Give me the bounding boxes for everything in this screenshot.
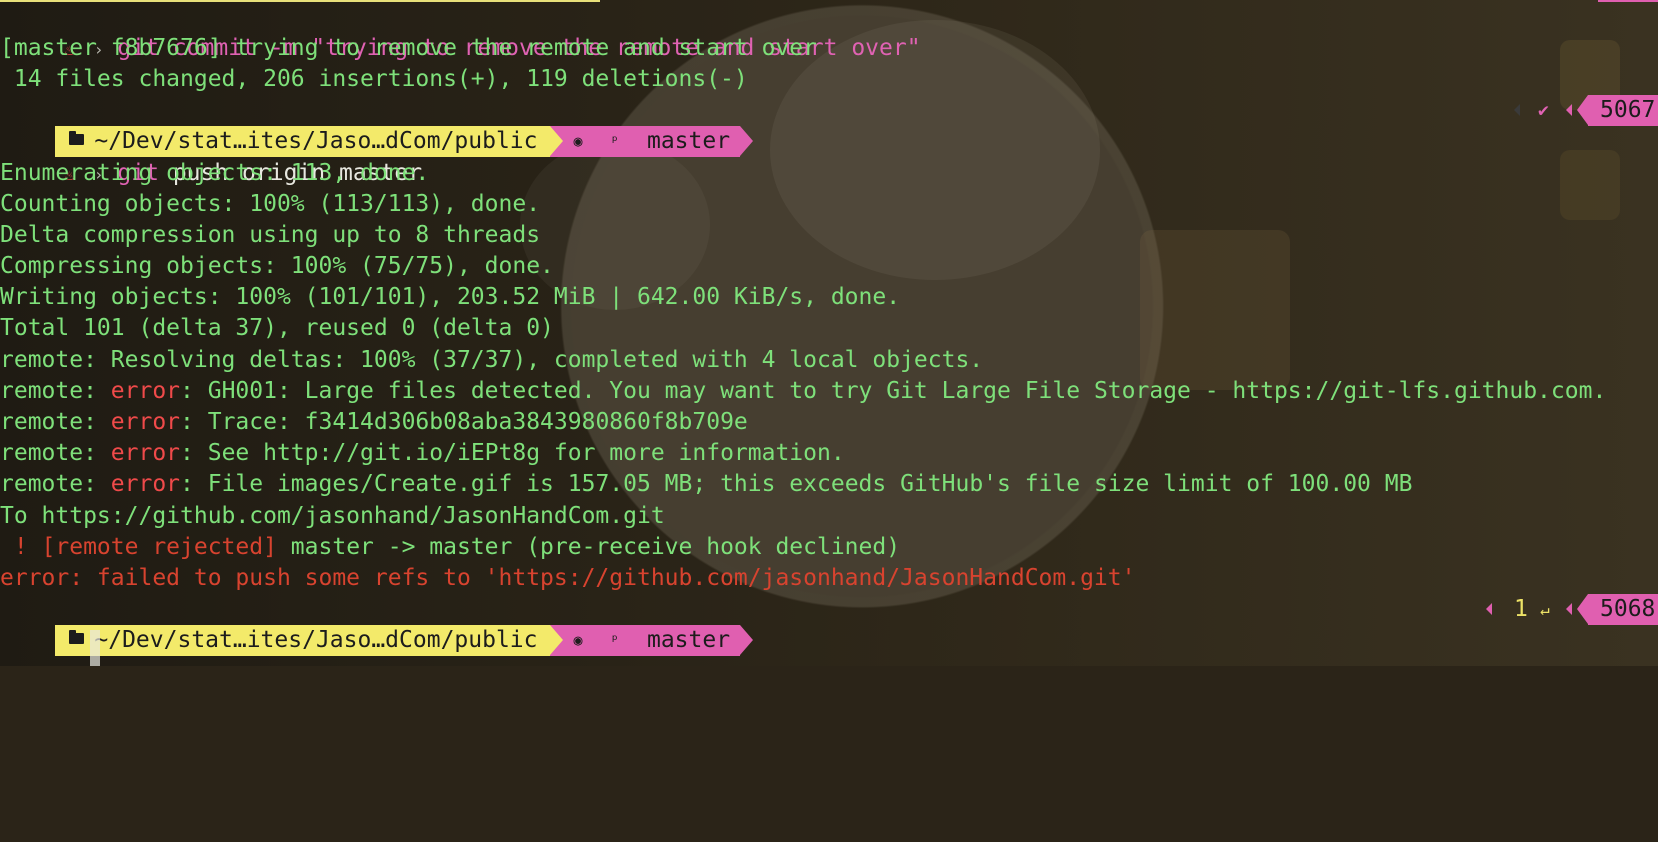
status-separator-icon (1514, 104, 1520, 116)
remote-prefix: remote: (0, 440, 111, 466)
rejected-line: ! [remote rejected] master -> master (pr… (0, 532, 1658, 563)
error-word: error (110, 409, 181, 435)
output-line: Counting objects: 100% (113/113), done. (0, 191, 541, 217)
remote-prefix: remote: (0, 471, 111, 497)
error-word: error (110, 440, 181, 466)
rejected-detail: master -> master (pre-receive hook decli… (276, 534, 901, 560)
status-separator-icon (1566, 603, 1572, 615)
remote-error-line: remote: error: GH001: Large files detect… (0, 376, 1658, 407)
history-number: 5068 (1577, 594, 1658, 625)
prompt-path: ~/Dev/stat…ites/Jaso…dCom/public (94, 627, 538, 653)
prompt-branch: master (646, 627, 731, 653)
rejected-tag: [remote rejected] (41, 534, 277, 560)
error-word: error (110, 471, 181, 497)
command-line-commit: ♨ › git commit -m "trying to remove the … (0, 2, 1658, 61)
remote-error-line: remote: error: See http://git.io/iEPt8g … (0, 438, 1658, 469)
rejected-mark: ! (0, 534, 42, 560)
output-line: Enumerating objects: 113, done. (0, 160, 430, 186)
output-line: Compressing objects: 100% (75/75), done. (0, 253, 554, 279)
output-line: [master f8b7676] trying to remove the re… (0, 35, 817, 61)
error-message: : GH001: Large files detected. You may w… (180, 378, 1607, 404)
final-error-line: error: failed to push some refs to 'http… (0, 565, 1136, 591)
git-cat-icon: ◉ (573, 631, 583, 649)
error-message: : Trace: f3414d306b08aba3843980860f8b709… (180, 409, 748, 435)
prompt-path-segment: ~/Dev/stat…ites/Jaso…dCom/public (55, 625, 563, 656)
branch-icon: ᵖ (610, 631, 620, 649)
remote-error-line: remote: error: Trace: f3414d306b08aba384… (0, 407, 1658, 438)
prompt-bar: ~/Dev/stat…ites/Jaso…dCom/public ◉ ᵖ mast… (0, 594, 1658, 656)
output-line: Writing objects: 100% (101/101), 203.52 … (0, 284, 901, 310)
output-line: remote: Resolving deltas: 100% (37/37), … (0, 347, 984, 373)
history-number: 5067 (1577, 95, 1658, 126)
output-line: 14 files changed, 206 insertions(+), 119… (0, 66, 748, 92)
remote-prefix: remote: (0, 409, 111, 435)
folder-icon (69, 630, 85, 644)
error-word: error (110, 378, 181, 404)
prompt-git-segment: ◉ ᵖ master (549, 625, 753, 656)
error-message: : See http://git.io/iEPt8g for more info… (180, 440, 845, 466)
exit-code: 1 (1514, 596, 1528, 622)
prompt-bar: ~/Dev/stat…ites/Jaso…dCom/public ◉ ᵖ mast… (0, 95, 1658, 157)
command-line-push: ♨ › git push origin master (0, 127, 1658, 186)
error-message: : File images/Create.gif is 157.05 MB; t… (180, 471, 1413, 497)
return-icon: ↵ (1540, 600, 1550, 619)
status-separator-icon (1566, 104, 1572, 116)
success-check-icon: ✔ (1538, 100, 1549, 121)
terminal-window[interactable]: ♨ › git commit -m "trying to remove the … (0, 0, 1658, 666)
output-line: To https://github.com/jasonhand/JasonHan… (0, 503, 665, 529)
output-line: Delta compression using up to 8 threads (0, 222, 541, 248)
status-separator-icon (1486, 603, 1492, 615)
output-line: Total 101 (delta 37), reused 0 (delta 0) (0, 315, 554, 341)
remote-error-line: remote: error: File images/Create.gif is… (0, 469, 1658, 500)
remote-prefix: remote: (0, 378, 111, 404)
text-cursor (90, 630, 100, 666)
